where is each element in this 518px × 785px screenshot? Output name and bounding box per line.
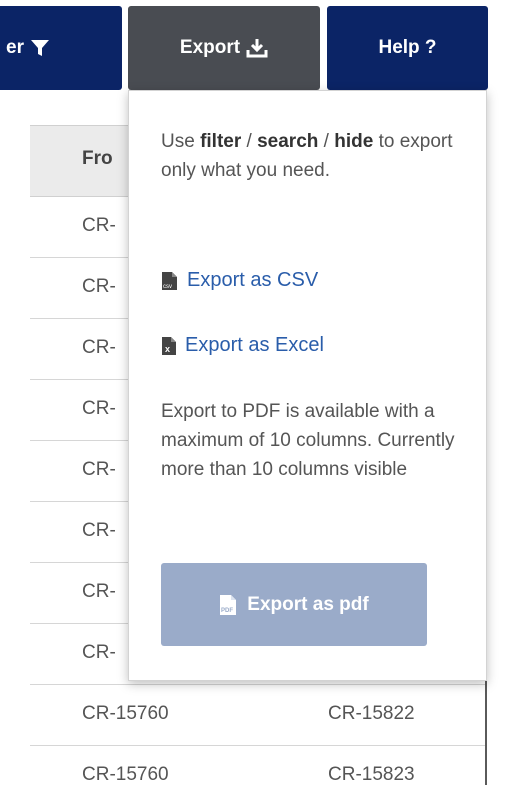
export-button-label: Export [179,37,241,58]
table-cell: CR- [82,215,116,236]
export-excel-link[interactable]: x Export as Excel [161,334,324,357]
table-cell: CR- [82,276,116,297]
svg-text:csv: csv [163,284,172,290]
filter-button[interactable]: er [0,6,122,90]
intro-text: Use [161,131,201,152]
table-cell: CR-15823 [328,764,415,785]
table-row[interactable]: CR-15760 CR-15823 [30,746,486,785]
filter-button-label: er [6,37,24,58]
help-button[interactable]: Help ? [327,6,488,90]
export-csv-link[interactable]: csv Export as CSV [161,269,318,292]
pdf-file-icon: PDF [220,594,237,615]
intro-keyword-search: search [257,131,319,152]
excel-file-icon: x [162,336,176,355]
export-instructions: Use filter / search / hide to export onl… [161,127,471,185]
export-csv-label: Export as CSV [187,269,319,291]
table-row[interactable]: CR-15760 CR-15822 [30,685,486,746]
help-button-label: Help ? [378,37,437,58]
table-cell: CR- [82,520,116,541]
csv-file-icon: csv [162,271,177,290]
svg-text:PDF: PDF [221,608,233,614]
export-button[interactable]: Export [128,6,320,90]
filter-icon [30,40,49,56]
table-cell: CR- [82,459,116,480]
pdf-limit-note: Export to PDF is available with a maximu… [161,401,455,480]
intro-separator: / [318,131,335,152]
table-cell: CR-15822 [328,703,415,724]
table-cell: CR- [82,398,116,419]
table-cell: CR-15760 [82,764,169,785]
table-cell: CR- [82,337,116,358]
download-icon [246,39,268,58]
export-excel-label: Export as Excel [185,334,324,356]
export-pdf-label: Export as pdf [247,593,369,615]
svg-text:x: x [165,344,170,354]
table-cell: CR- [82,581,116,602]
export-pdf-button[interactable]: PDF Export as pdf [161,563,427,646]
export-dropdown: Use filter / search / hide to export onl… [128,90,487,681]
table-cell: CR-15760 [82,703,169,724]
column-header-from[interactable]: Fro [82,148,113,170]
intro-keyword-filter: filter [200,131,242,152]
intro-separator: / [241,131,258,152]
intro-keyword-hide: hide [334,131,374,152]
table-cell: CR- [82,642,116,663]
